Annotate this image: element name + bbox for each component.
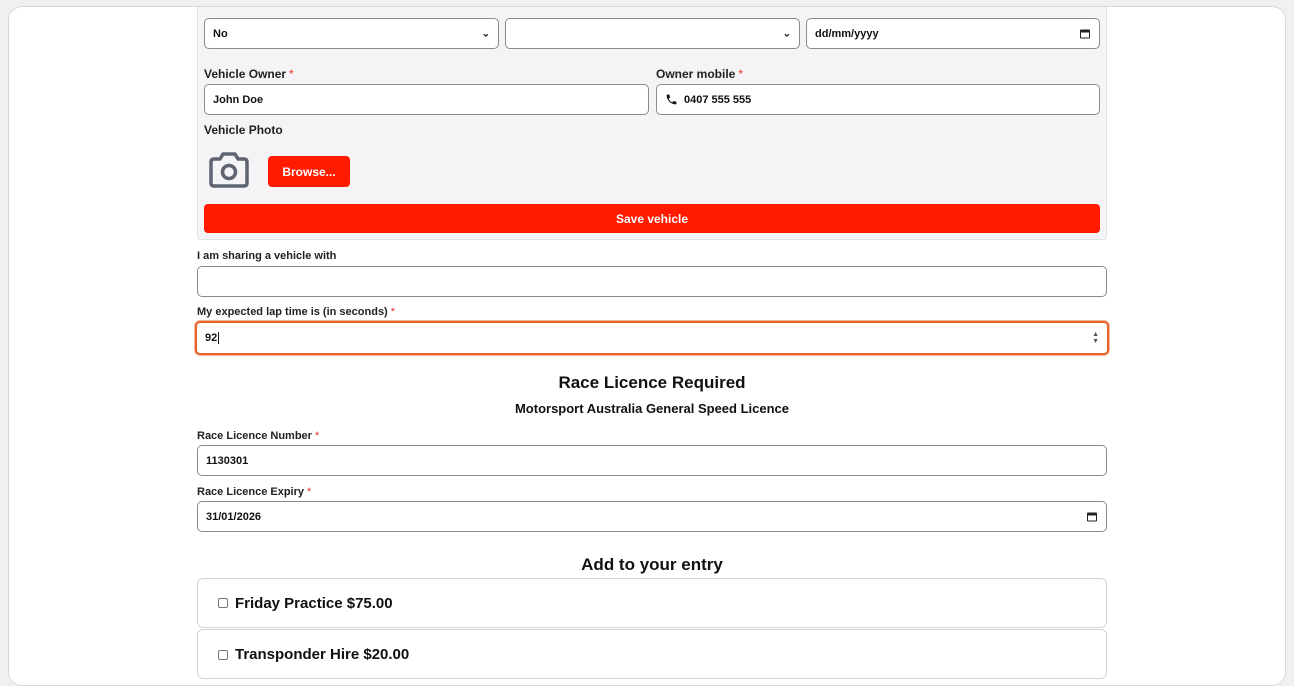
addon-label: Transponder Hire $20.00: [235, 646, 410, 663]
owner-mobile-input[interactable]: 0407 555 555: [656, 84, 1100, 115]
lap-time-label: My expected lap time is (in seconds) *: [197, 306, 396, 318]
vehicle-owner-input[interactable]: John Doe: [204, 84, 649, 115]
licence-number-label: Race Licence Number *: [197, 430, 320, 442]
phone-icon: [666, 94, 677, 105]
licence-subheading: Motorsport Australia General Speed Licen…: [514, 401, 790, 416]
sharing-input[interactable]: [197, 266, 1107, 297]
text-caret: [218, 332, 220, 344]
spin-up-icon[interactable]: ▲: [1092, 331, 1099, 338]
browse-button[interactable]: Browse...: [268, 156, 350, 187]
licence-expiry-input[interactable]: 31/01/2026: [197, 501, 1107, 532]
addon-label: Friday Practice $75.00: [235, 594, 393, 612]
date-placeholder: dd/mm/yyyy: [815, 27, 879, 40]
licence-heading: Race Licence Required: [558, 373, 746, 392]
owner-mobile-value: 0407 555 555: [684, 93, 752, 106]
addon-checkbox[interactable]: [218, 598, 228, 608]
vehicle-owner-value: John Doe: [213, 93, 264, 106]
vehicle-owner-label: Vehicle Owner *: [204, 67, 294, 81]
chevron-down-icon: ⌄: [481, 28, 490, 39]
number-spinner[interactable]: ▲ ▼: [1092, 331, 1099, 345]
addon-friday-practice[interactable]: Friday Practice $75.00: [197, 578, 1107, 628]
addons-heading: Add to your entry: [581, 555, 723, 574]
addon-checkbox[interactable]: [218, 650, 228, 660]
lap-time-input[interactable]: 92 ▲ ▼: [195, 321, 1109, 355]
calendar-icon: [1087, 512, 1097, 521]
registered-select[interactable]: No ⌄: [204, 18, 499, 49]
calendar-icon: [1080, 29, 1090, 38]
addon-transponder-hire[interactable]: Transponder Hire $20.00: [197, 629, 1107, 679]
licence-number-value: 1130301: [206, 454, 249, 467]
state-select[interactable]: ⌄: [505, 18, 800, 49]
vehicle-photo-label: Vehicle Photo: [204, 123, 283, 137]
save-vehicle-button[interactable]: Save vehicle: [204, 204, 1100, 233]
chevron-down-icon: ⌄: [782, 28, 791, 39]
lap-time-value: 92: [205, 332, 218, 344]
page-frame: No ⌄ ⌄ dd/mm/yyyy Vehicle Owner * John Do…: [8, 6, 1286, 686]
registered-select-value: No: [213, 27, 228, 40]
expiry-date-input[interactable]: dd/mm/yyyy: [806, 18, 1100, 49]
owner-mobile-label: Owner mobile *: [656, 67, 744, 81]
licence-expiry-label: Race Licence Expiry *: [197, 486, 312, 498]
licence-expiry-value: 31/01/2026: [206, 510, 262, 523]
spin-down-icon[interactable]: ▼: [1092, 338, 1099, 345]
sharing-label: I am sharing a vehicle with: [197, 250, 337, 262]
camera-icon: [209, 152, 249, 188]
licence-number-input[interactable]: 1130301: [197, 445, 1107, 476]
